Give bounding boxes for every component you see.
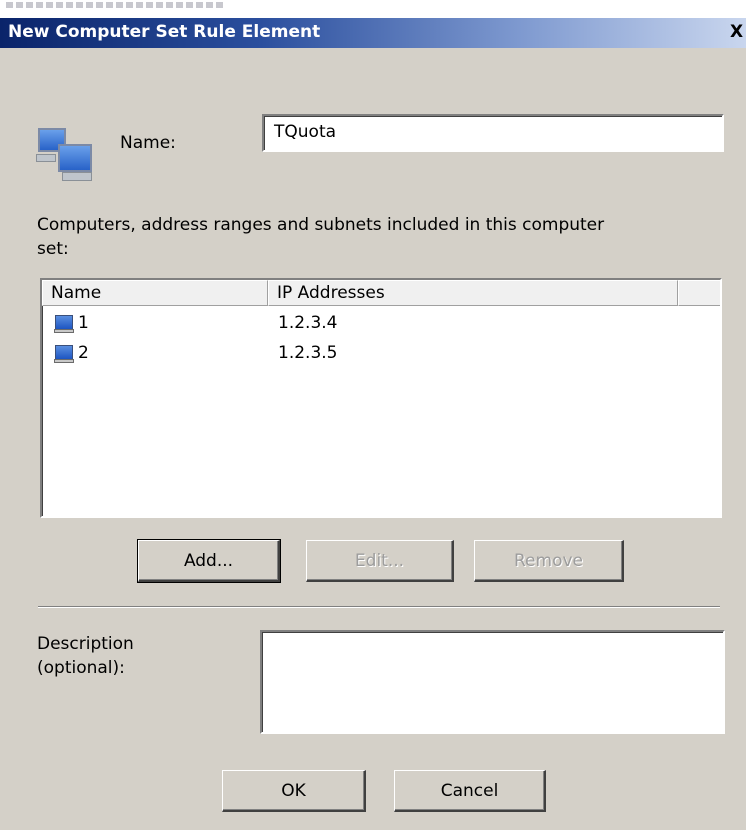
- close-icon[interactable]: X: [730, 22, 746, 44]
- edit-button[interactable]: Edit...: [306, 540, 454, 582]
- list-item[interactable]: 2 1.2.3.5: [42, 342, 720, 368]
- add-button[interactable]: Add...: [137, 539, 281, 583]
- column-header-ip-addresses[interactable]: IP Addresses: [268, 280, 678, 306]
- computer-icon: [54, 344, 74, 364]
- computers-caption-line1: Computers, address ranges and subnets in…: [37, 215, 605, 235]
- name-input-value: TQuota: [274, 122, 337, 142]
- computers-set-icon: [36, 126, 100, 182]
- computer-icon: [54, 314, 74, 334]
- separator: [38, 606, 720, 608]
- background-window-strip: [0, 0, 746, 18]
- column-header-filler: [678, 280, 720, 306]
- description-label-line2: (optional):: [37, 658, 125, 678]
- list-item[interactable]: 1 1.2.3.4: [42, 312, 720, 338]
- list-item-ip: 1.2.3.5: [278, 343, 338, 363]
- dialog-title: New Computer Set Rule Element: [8, 22, 321, 42]
- description-label-line1: Description: [37, 634, 134, 654]
- name-label: Name:: [120, 133, 176, 153]
- remove-button[interactable]: Remove: [474, 540, 624, 582]
- list-item-name: 1: [78, 313, 89, 333]
- description-input[interactable]: [260, 630, 725, 734]
- cancel-button[interactable]: Cancel: [394, 770, 546, 812]
- list-item-name: 2: [78, 343, 89, 363]
- ok-button[interactable]: OK: [222, 770, 366, 812]
- list-header: Name IP Addresses: [42, 280, 720, 306]
- column-header-name[interactable]: Name: [42, 280, 268, 306]
- list-item-ip: 1.2.3.4: [278, 313, 338, 333]
- computers-list[interactable]: Name IP Addresses 1 1.2.3.4 2 1.2.3.5: [40, 278, 722, 518]
- dialog-title-bar[interactable]: New Computer Set Rule Element X: [0, 18, 746, 48]
- computers-caption-line2: set:: [37, 239, 69, 259]
- background-window-text: [6, 2, 226, 8]
- name-input[interactable]: TQuota: [262, 114, 724, 152]
